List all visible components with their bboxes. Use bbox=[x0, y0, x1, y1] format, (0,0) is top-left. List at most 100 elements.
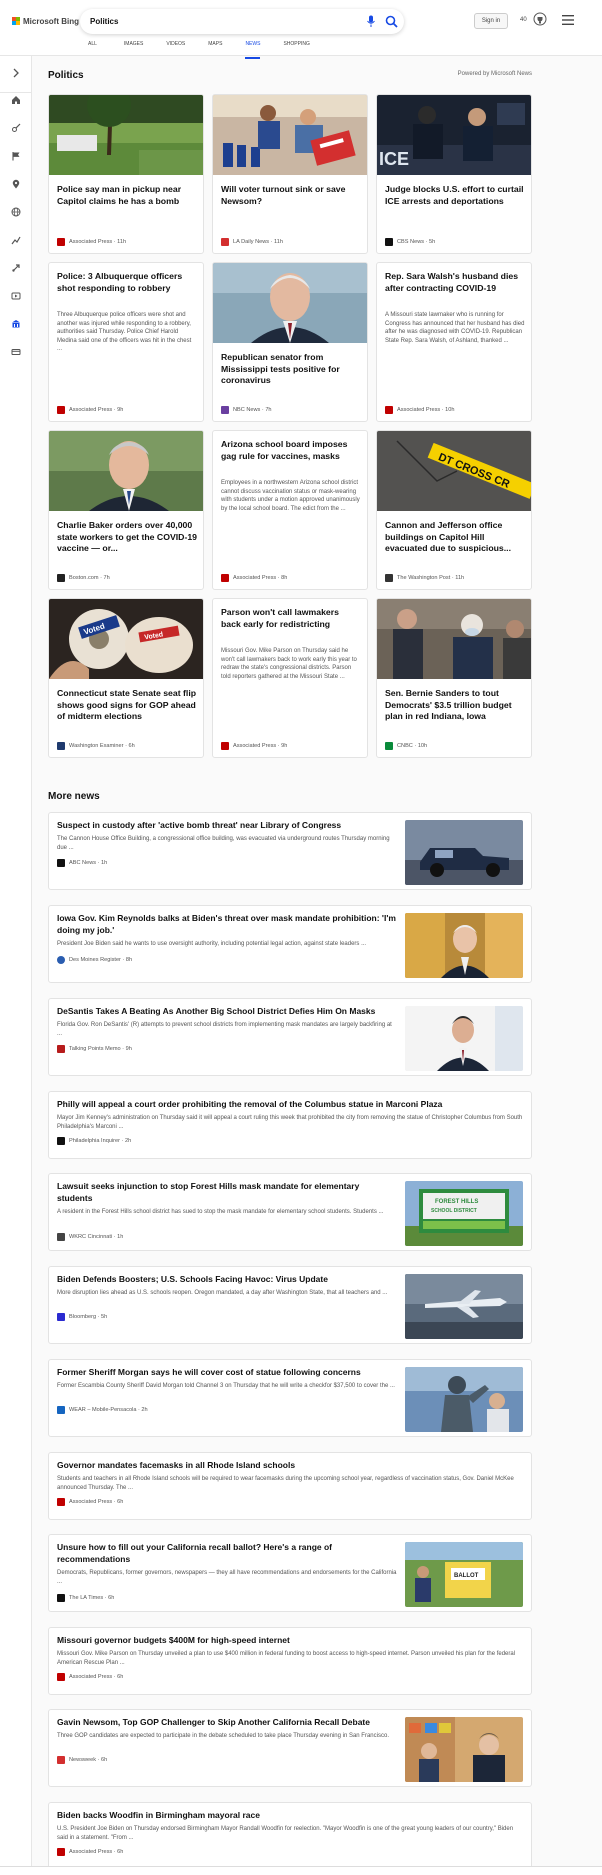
list-item-title[interactable]: Gavin Newsom, Top GOP Challenger to Skip… bbox=[57, 1717, 397, 1729]
powered-by[interactable]: Powered by Microsoft News bbox=[458, 71, 532, 77]
news-card[interactable]: Parson won't call lawmakers back early f… bbox=[212, 598, 368, 758]
list-item-title[interactable]: Biden backs Woodfin in Birmingham mayora… bbox=[57, 1810, 523, 1822]
list-item-title[interactable]: Unsure how to fill out your California r… bbox=[57, 1542, 397, 1565]
card-source-text: NBC News · 7h bbox=[233, 407, 272, 413]
news-card[interactable]: Will voter turnout sink or save Newsom? … bbox=[212, 94, 368, 254]
business-icon[interactable] bbox=[9, 233, 23, 247]
entertainment-icon[interactable] bbox=[9, 289, 23, 303]
rewards-points: 40 bbox=[520, 17, 527, 23]
sign-in-button[interactable]: Sign in bbox=[474, 13, 508, 29]
card-title[interactable]: Cannon and Jefferson office buildings on… bbox=[385, 520, 525, 555]
card-title[interactable]: Connecticut state Senate seat flip shows… bbox=[57, 688, 197, 723]
list-item-snippet: A resident in the Forest Hills school di… bbox=[57, 1209, 384, 1215]
list-item[interactable]: Lawsuit seeks injunction to stop Forest … bbox=[48, 1173, 532, 1251]
publisher-logo-icon bbox=[57, 1673, 65, 1681]
card-source: Associated Press · 10h bbox=[385, 406, 455, 414]
list-item-snippet: The Cannon House Office Building, a cong… bbox=[57, 836, 390, 851]
tab-maps[interactable]: MAPS bbox=[208, 40, 222, 56]
card-image bbox=[213, 95, 367, 175]
news-card[interactable]: Sen. Bernie Sanders to tout Democrats' $… bbox=[376, 598, 532, 758]
list-item-title[interactable]: Suspect in custody after 'active bomb th… bbox=[57, 820, 397, 832]
tab-all[interactable]: ALL bbox=[88, 40, 97, 56]
news-card[interactable]: Republican senator from Mississippi test… bbox=[212, 262, 368, 422]
list-item-title[interactable]: Philly will appeal a court order prohibi… bbox=[57, 1099, 523, 1111]
tab-news[interactable]: NEWS bbox=[245, 40, 261, 59]
list-item-title[interactable]: Lawsuit seeks injunction to stop Forest … bbox=[57, 1181, 397, 1204]
news-card[interactable]: Charlie Baker orders over 40,000 state w… bbox=[48, 430, 204, 590]
news-card[interactable]: ICE Judge blocks U.S. effort to curtail … bbox=[376, 94, 532, 254]
card-title[interactable]: Arizona school board imposes gag rule fo… bbox=[221, 439, 361, 462]
rewards-trophy-icon[interactable] bbox=[533, 12, 547, 28]
card-source: LA Daily News · 11h bbox=[221, 238, 283, 246]
bing-logo[interactable]: Microsoft Bing bbox=[12, 15, 79, 27]
list-item-title[interactable]: Biden Defends Boosters; U.S. Schools Fac… bbox=[57, 1274, 397, 1286]
card-title[interactable]: Parson won't call lawmakers back early f… bbox=[221, 607, 361, 630]
flag-icon[interactable] bbox=[9, 149, 23, 163]
list-item-title[interactable]: Missouri governor budgets $400M for high… bbox=[57, 1635, 523, 1647]
search-input[interactable] bbox=[90, 14, 340, 29]
list-item[interactable]: Unsure how to fill out your California r… bbox=[48, 1534, 532, 1612]
tab-images[interactable]: IMAGES bbox=[124, 40, 143, 56]
card-title[interactable]: Judge blocks U.S. effort to curtail ICE … bbox=[385, 184, 525, 207]
science-icon[interactable] bbox=[9, 261, 23, 275]
tab-shopping[interactable]: SHOPPING bbox=[283, 40, 309, 56]
news-card[interactable]: Voted Voted Connecticut state Senate sea… bbox=[48, 598, 204, 758]
list-item[interactable]: Iowa Gov. Kim Reynolds balks at Biden's … bbox=[48, 905, 532, 983]
news-card[interactable]: Arizona school board imposes gag rule fo… bbox=[212, 430, 368, 590]
card-image: Voted Voted bbox=[49, 599, 203, 679]
list-item-source: Bloomberg · 5h bbox=[57, 1313, 107, 1321]
card-title[interactable]: Sen. Bernie Sanders to tout Democrats' $… bbox=[385, 688, 525, 723]
list-item-title[interactable]: Governor mandates facemasks in all Rhode… bbox=[57, 1460, 523, 1472]
publisher-logo-icon bbox=[57, 1594, 65, 1602]
list-item-title[interactable]: Former Sheriff Morgan says he will cover… bbox=[57, 1367, 397, 1379]
politics-icon[interactable] bbox=[9, 317, 23, 331]
card-source: The Washington Post · 11h bbox=[385, 574, 464, 582]
list-item[interactable]: Missouri governor budgets $400M for high… bbox=[48, 1627, 532, 1695]
collapse-icon[interactable] bbox=[9, 66, 23, 80]
list-item[interactable]: Governor mandates facemasks in all Rhode… bbox=[48, 1452, 532, 1520]
hamburger-menu-icon[interactable] bbox=[562, 15, 574, 25]
list-item-title[interactable]: Iowa Gov. Kim Reynolds balks at Biden's … bbox=[57, 913, 397, 936]
list-item[interactable]: Philly will appeal a court order prohibi… bbox=[48, 1091, 532, 1159]
publisher-logo-icon bbox=[57, 238, 65, 246]
news-card[interactable]: Police: 3 Albuquerque officers shot resp… bbox=[48, 262, 204, 422]
publisher-logo-icon bbox=[57, 406, 65, 414]
list-item[interactable]: Biden backs Woodfin in Birmingham mayora… bbox=[48, 1802, 532, 1870]
card-source: NBC News · 7h bbox=[221, 406, 272, 414]
money-icon[interactable] bbox=[9, 345, 23, 359]
search-icon[interactable] bbox=[385, 15, 398, 28]
publisher-logo-icon bbox=[57, 1406, 65, 1414]
list-item[interactable]: Former Sheriff Morgan says he will cover… bbox=[48, 1359, 532, 1437]
sports-icon[interactable] bbox=[9, 121, 23, 135]
news-card[interactable]: Rep. Sara Walsh's husband dies after con… bbox=[376, 262, 532, 422]
list-item-source-text: Newsweek · 6h bbox=[69, 1757, 108, 1763]
home-icon[interactable] bbox=[9, 93, 23, 107]
card-title[interactable]: Will voter turnout sink or save Newsom? bbox=[221, 184, 361, 207]
card-source-text: Associated Press · 9h bbox=[233, 743, 288, 749]
list-item[interactable]: Gavin Newsom, Top GOP Challenger to Skip… bbox=[48, 1709, 532, 1787]
card-title[interactable]: Police: 3 Albuquerque officers shot resp… bbox=[57, 271, 197, 294]
card-source: Associated Press · 8h bbox=[221, 574, 287, 582]
list-item[interactable]: DeSantis Takes A Beating As Another Big … bbox=[48, 998, 532, 1076]
card-title[interactable]: Charlie Baker orders over 40,000 state w… bbox=[57, 520, 197, 555]
globe-icon[interactable] bbox=[9, 205, 23, 219]
list-item-source: Des Moines Register · 8h bbox=[57, 956, 132, 964]
news-card[interactable]: Police say man in pickup near Capitol cl… bbox=[48, 94, 204, 254]
list-item-image bbox=[405, 913, 523, 978]
list-item[interactable]: Suspect in custody after 'active bomb th… bbox=[48, 812, 532, 890]
list-item-image bbox=[405, 1717, 523, 1782]
publisher-logo-icon bbox=[385, 574, 393, 582]
card-title[interactable]: Republican senator from Mississippi test… bbox=[221, 352, 361, 387]
card-title[interactable]: Police say man in pickup near Capitol cl… bbox=[57, 184, 197, 207]
tab-videos[interactable]: VIDEOS bbox=[166, 40, 185, 56]
list-item-title[interactable]: DeSantis Takes A Beating As Another Big … bbox=[57, 1006, 397, 1018]
publisher-logo-icon bbox=[221, 238, 229, 246]
card-title[interactable]: Rep. Sara Walsh's husband dies after con… bbox=[385, 271, 525, 294]
card-source-text: CBS News · 5h bbox=[397, 239, 436, 245]
news-card[interactable]: DT CROSS CR Cannon and Jefferson office … bbox=[376, 430, 532, 590]
list-item[interactable]: Biden Defends Boosters; U.S. Schools Fac… bbox=[48, 1266, 532, 1344]
top-bar: Microsoft Bing Sign in 40 ALL IMAGES VID… bbox=[0, 0, 602, 59]
location-icon[interactable] bbox=[9, 177, 23, 191]
card-snippet: Employees in a northwestern Arizona scho… bbox=[221, 480, 360, 512]
microphone-icon[interactable] bbox=[366, 15, 376, 28]
